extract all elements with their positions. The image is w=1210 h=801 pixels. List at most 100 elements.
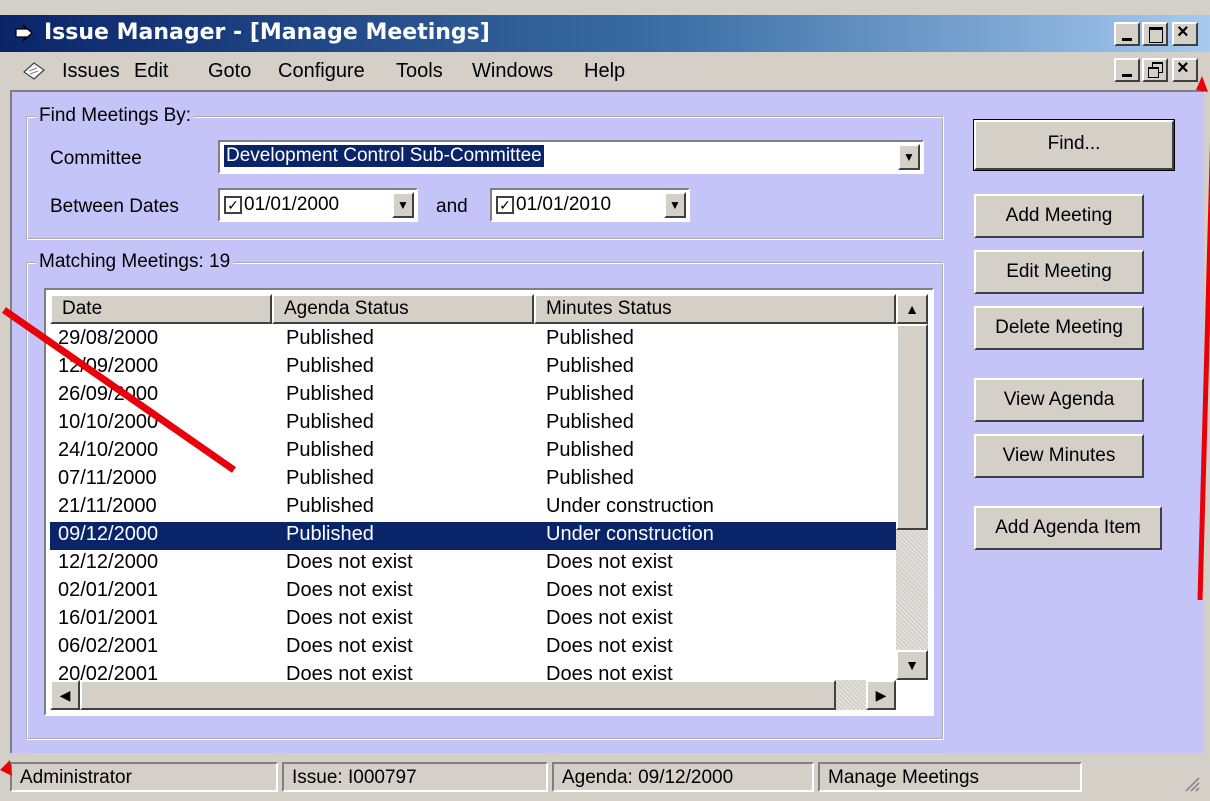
table-row[interactable]: 12/09/2000 Published Published [50, 354, 896, 382]
table-row[interactable]: 12/12/2000 Does not exist Does not exist [50, 550, 896, 578]
vertical-scroll-thumb[interactable] [896, 324, 928, 530]
horizontal-scroll-thumb[interactable] [80, 680, 836, 710]
menu-edit[interactable]: Edit [134, 60, 168, 83]
table-row[interactable]: 06/02/2001 Does not exist Does not exist [50, 634, 896, 662]
find-group-title: Find Meetings By: [36, 105, 195, 127]
scroll-down-icon[interactable]: ▼ [896, 650, 928, 680]
column-header-agenda-status[interactable]: Agenda Status [272, 294, 534, 324]
cell-minutes-status: Does not exist [546, 635, 673, 657]
view-minutes-button[interactable]: View Minutes [974, 434, 1144, 478]
cell-date: 12/09/2000 [58, 355, 159, 377]
cell-agenda-status: Does not exist [286, 607, 413, 629]
maximize-icon [1149, 27, 1163, 43]
cell-minutes-status: Published [546, 355, 634, 377]
cell-date: 29/08/2000 [58, 327, 159, 349]
menu-help[interactable]: Help [584, 60, 625, 83]
menu-windows[interactable]: Windows [472, 60, 553, 83]
cell-agenda-status: Published [286, 383, 374, 405]
scroll-up-icon[interactable]: ▲ [896, 294, 928, 324]
edit-meeting-button[interactable]: Edit Meeting [974, 250, 1144, 294]
table-row[interactable]: 09/12/2000 Published Under construction [50, 522, 896, 550]
cell-agenda-status: Published [286, 467, 374, 489]
cell-agenda-status: Published [286, 439, 374, 461]
horizontal-scrollbar[interactable]: ◀ ▶ [50, 680, 896, 710]
window-title: Issue Manager - [Manage Meetings] [44, 20, 490, 45]
cell-date: 07/11/2000 [58, 467, 157, 489]
table-row[interactable]: 21/11/2000 Published Under construction [50, 494, 896, 522]
mdi-restore-button[interactable] [1142, 58, 1168, 82]
column-header-date[interactable]: Date [50, 294, 272, 324]
minimize-icon [1122, 74, 1132, 77]
cell-agenda-status: Does not exist [286, 579, 413, 601]
date-from-checkbox[interactable]: ✓ [224, 195, 242, 214]
close-icon: × [1177, 21, 1189, 43]
cell-minutes-status: Published [546, 467, 634, 489]
cell-agenda-status: Published [286, 523, 374, 545]
find-meetings-group: Find Meetings By: Committee Development … [26, 105, 944, 240]
cell-date: 26/09/2000 [58, 383, 159, 405]
scroll-right-icon[interactable]: ▶ [866, 680, 896, 710]
cell-date: 21/11/2000 [58, 495, 157, 517]
chevron-down-icon[interactable]: ▼ [898, 144, 920, 170]
minimize-icon [1122, 38, 1132, 41]
cell-date: 06/02/2001 [58, 635, 159, 657]
column-header-minutes-status[interactable]: Minutes Status [534, 294, 896, 324]
table-row[interactable]: 29/08/2000 Published Published [50, 326, 896, 354]
menu-bar: Issues Edit Goto Configure Tools Windows… [0, 54, 1210, 90]
mdi-minimize-button[interactable] [1114, 58, 1140, 82]
delete-meeting-button[interactable]: Delete Meeting [974, 306, 1144, 350]
menu-configure[interactable]: Configure [278, 60, 365, 83]
table-row[interactable]: 07/11/2000 Published Published [50, 466, 896, 494]
cell-minutes-status: Does not exist [546, 551, 673, 573]
menu-issues[interactable]: Issues [62, 60, 120, 83]
cell-minutes-status: Published [546, 327, 634, 349]
close-button[interactable]: × [1172, 21, 1198, 46]
app-icon [15, 24, 33, 42]
table-row[interactable]: 26/09/2000 Published Published [50, 382, 896, 410]
cell-minutes-status: Published [546, 439, 634, 461]
cell-agenda-status: Published [286, 495, 374, 517]
date-from-value: 01/01/2000 [244, 194, 340, 215]
date-from-picker[interactable]: ✓ 01/01/2000 ▼ [218, 188, 418, 222]
title-bar[interactable]: Issue Manager - [Manage Meetings] × [0, 15, 1210, 52]
cell-date: 02/01/2001 [58, 579, 159, 601]
committee-select[interactable]: Development Control Sub-Committee ▼ [218, 140, 924, 174]
cell-date: 24/10/2000 [58, 439, 159, 461]
view-agenda-button[interactable]: View Agenda [974, 378, 1144, 422]
add-meeting-button[interactable]: Add Meeting [974, 194, 1144, 238]
application-window: Issue Manager - [Manage Meetings] × Issu… [0, 0, 1210, 801]
meetings-list[interactable]: Date Agenda Status Minutes Status 29/08/… [44, 288, 934, 716]
date-to-picker[interactable]: ✓ 01/01/2010 ▼ [490, 188, 690, 222]
cell-minutes-status: Published [546, 411, 634, 433]
add-agenda-item-button[interactable]: Add Agenda Item [974, 506, 1162, 550]
chevron-down-icon[interactable]: ▼ [664, 192, 686, 218]
between-dates-label: Between Dates [50, 196, 179, 217]
chevron-down-icon[interactable]: ▼ [392, 192, 414, 218]
mdi-close-button[interactable]: × [1172, 57, 1198, 82]
date-to-checkbox[interactable]: ✓ [496, 195, 514, 214]
issues-icon [23, 62, 45, 80]
committee-value: Development Control Sub-Committee [224, 145, 544, 167]
cell-date: 16/01/2001 [58, 607, 159, 629]
cell-minutes-status: Does not exist [546, 607, 673, 629]
maximize-button[interactable] [1142, 22, 1168, 46]
table-row[interactable]: 02/01/2001 Does not exist Does not exist [50, 578, 896, 606]
minimize-button[interactable] [1114, 22, 1140, 46]
menu-tools[interactable]: Tools [396, 60, 443, 83]
committee-label: Committee [50, 148, 142, 169]
status-bar: Administrator Issue: I000797 Agenda: 09/… [10, 758, 1204, 796]
date-to-value: 01/01/2010 [516, 194, 612, 215]
cell-date: 10/10/2000 [58, 411, 159, 433]
cell-minutes-status: Under construction [546, 495, 714, 517]
find-button[interactable]: Find... [973, 119, 1175, 171]
table-row[interactable]: 10/10/2000 Published Published [50, 410, 896, 438]
resize-grip-icon[interactable] [1180, 772, 1200, 792]
menu-goto[interactable]: Goto [208, 60, 251, 83]
status-user: Administrator [10, 762, 278, 792]
scroll-left-icon[interactable]: ◀ [50, 680, 80, 710]
table-row[interactable]: 24/10/2000 Published Published [50, 438, 896, 466]
status-agenda: Agenda: 09/12/2000 [552, 762, 814, 792]
close-icon: × [1177, 57, 1189, 79]
table-row[interactable]: 16/01/2001 Does not exist Does not exist [50, 606, 896, 634]
vertical-scrollbar[interactable]: ▲ ▼ [896, 294, 928, 680]
